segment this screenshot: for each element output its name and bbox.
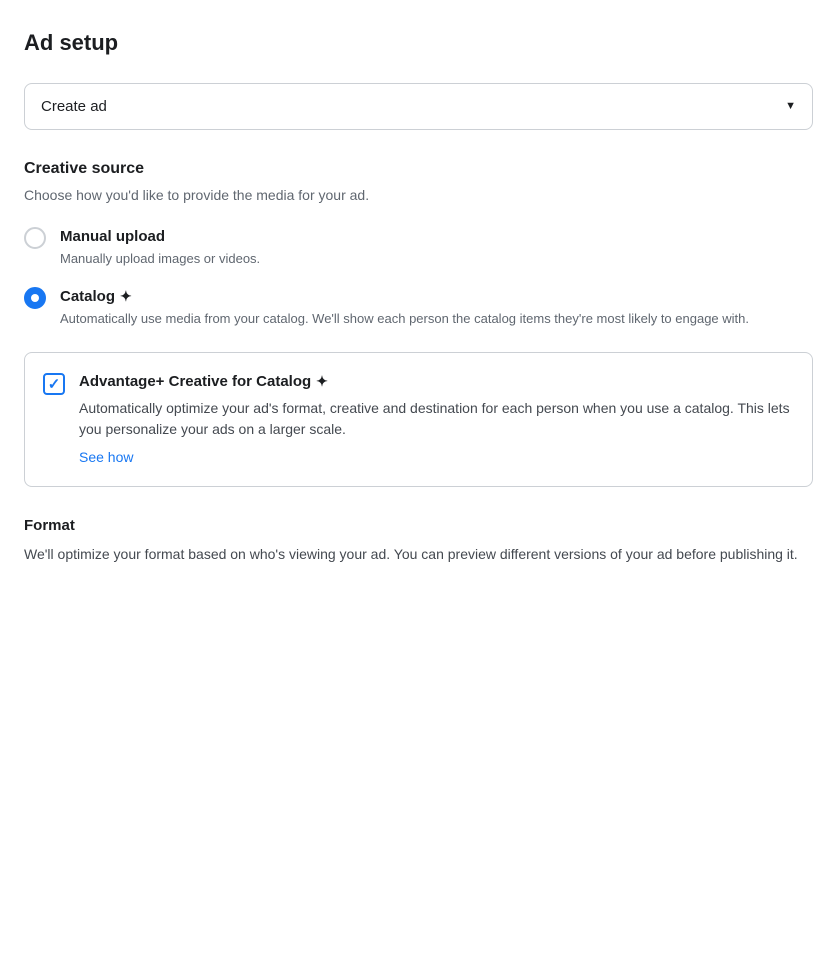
catalog-radio[interactable]: [24, 287, 46, 309]
advantage-creative-checkbox[interactable]: ✓: [43, 373, 65, 395]
advantage-creative-content: Advantage+ Creative for Catalog ✦ Automa…: [79, 371, 794, 468]
creative-source-section: Creative source Choose how you'd like to…: [24, 158, 813, 328]
create-ad-dropdown-wrapper: Create ad ▼: [24, 83, 813, 130]
catalog-option[interactable]: Catalog ✦ Automatically use media from y…: [24, 286, 813, 328]
catalog-sublabel: Automatically use media from your catalo…: [60, 310, 749, 328]
format-section: Format We'll optimize your format based …: [24, 515, 813, 566]
see-how-link[interactable]: See how: [79, 448, 794, 468]
creative-source-radio-group: Manual upload Manually upload images or …: [24, 226, 813, 328]
catalog-label: Catalog ✦: [60, 286, 749, 307]
creative-source-description: Choose how you'd like to provide the med…: [24, 186, 813, 206]
format-title: Format: [24, 515, 813, 536]
create-ad-dropdown[interactable]: Create ad ▼: [24, 83, 813, 130]
page-title: Ad setup: [24, 28, 813, 59]
manual-upload-content: Manual upload Manually upload images or …: [60, 226, 260, 268]
catalog-content: Catalog ✦ Automatically use media from y…: [60, 286, 749, 328]
advantage-creative-title: Advantage+ Creative for Catalog ✦: [79, 371, 794, 392]
checkmark-icon: ✓: [48, 377, 61, 392]
manual-upload-label: Manual upload: [60, 226, 260, 247]
manual-upload-option[interactable]: Manual upload Manually upload images or …: [24, 226, 813, 268]
dropdown-arrow-icon: ▼: [785, 99, 796, 114]
manual-upload-radio[interactable]: [24, 227, 46, 249]
advantage-sparkle-icon: ✦: [316, 372, 328, 392]
creative-source-label: Creative source: [24, 158, 813, 180]
catalog-sparkle-icon: ✦: [120, 287, 132, 307]
manual-upload-sublabel: Manually upload images or videos.: [60, 250, 260, 268]
advantage-creative-section: ✓ Advantage+ Creative for Catalog ✦ Auto…: [24, 352, 813, 487]
dropdown-selected-value: Create ad: [41, 96, 107, 117]
advantage-creative-description: Automatically optimize your ad's format,…: [79, 398, 794, 440]
format-description: We'll optimize your format based on who'…: [24, 544, 813, 566]
